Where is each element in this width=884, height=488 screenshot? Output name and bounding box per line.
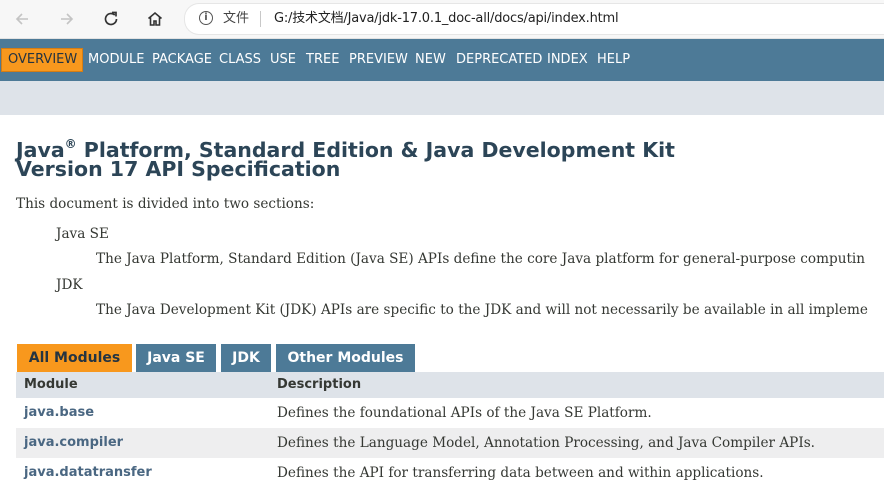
scheme-label: 文件 bbox=[223, 11, 250, 26]
nav-deprecated[interactable]: DEPRECATED bbox=[456, 52, 542, 68]
url-text[interactable]: G:/技术文档/Java/jdk-17.0.1_doc-all/docs/api… bbox=[274, 10, 619, 27]
reload-icon[interactable] bbox=[99, 7, 123, 31]
nav-package[interactable]: PACKAGE bbox=[152, 52, 212, 68]
nav-overview[interactable]: OVERVIEW bbox=[1, 48, 84, 72]
column-header-description: Description bbox=[277, 377, 362, 392]
module-link[interactable]: java.datatransfer bbox=[24, 458, 152, 488]
info-icon[interactable]: i bbox=[199, 11, 213, 25]
table-row: java.compiler Defines the Language Model… bbox=[16, 428, 884, 458]
top-nav: OVERVIEW MODULE PACKAGE CLASS USE TREE P… bbox=[0, 39, 884, 81]
section-term-java-se: Java SE bbox=[56, 226, 109, 242]
module-description: Defines the foundational APIs of the Jav… bbox=[277, 405, 652, 421]
section-desc-java-se: The Java Platform, Standard Edition (Jav… bbox=[96, 251, 866, 267]
back-icon[interactable] bbox=[10, 7, 34, 31]
sub-nav bbox=[0, 81, 884, 115]
nav-tree[interactable]: TREE bbox=[306, 52, 339, 68]
table-header: Module Description bbox=[16, 372, 884, 398]
nav-new[interactable]: NEW bbox=[415, 52, 446, 68]
page-subtitle: Version 17 API Specification bbox=[16, 157, 341, 181]
nav-module[interactable]: MODULE bbox=[88, 52, 144, 68]
home-icon[interactable] bbox=[143, 7, 167, 31]
registered-mark: ® bbox=[64, 137, 77, 151]
forward-icon[interactable] bbox=[55, 7, 79, 31]
nav-help[interactable]: HELP bbox=[597, 52, 630, 68]
nav-use[interactable]: USE bbox=[270, 52, 296, 68]
column-header-module: Module bbox=[24, 377, 78, 392]
tab-other-modules[interactable]: Other Modules bbox=[276, 344, 415, 372]
section-desc-jdk: The Java Development Kit (JDK) APIs are … bbox=[96, 302, 868, 318]
module-link[interactable]: java.base bbox=[24, 398, 94, 428]
address-bar[interactable]: i 文件 G:/技术文档/Java/jdk-17.0.1_doc-all/doc… bbox=[184, 3, 884, 35]
tab-all-modules[interactable]: All Modules bbox=[17, 344, 132, 372]
tab-jdk[interactable]: JDK bbox=[221, 344, 271, 372]
module-table: Module Description java.base Defines the… bbox=[16, 372, 884, 488]
nav-class[interactable]: CLASS bbox=[219, 52, 261, 68]
table-row: java.base Defines the foundational APIs … bbox=[16, 398, 884, 428]
module-description: Defines the API for transferring data be… bbox=[277, 465, 764, 481]
address-divider bbox=[260, 11, 261, 27]
browser-toolbar: i 文件 G:/技术文档/Java/jdk-17.0.1_doc-all/doc… bbox=[0, 0, 884, 39]
nav-preview[interactable]: PREVIEW bbox=[349, 52, 408, 68]
module-link[interactable]: java.compiler bbox=[24, 428, 123, 458]
intro-text: This document is divided into two sectio… bbox=[16, 196, 315, 212]
tab-java-se[interactable]: Java SE bbox=[136, 344, 216, 372]
table-row: java.datatransfer Defines the API for tr… bbox=[16, 458, 884, 488]
section-term-jdk: JDK bbox=[56, 277, 83, 293]
nav-index[interactable]: INDEX bbox=[547, 52, 588, 68]
module-description: Defines the Language Model, Annotation P… bbox=[277, 435, 815, 451]
